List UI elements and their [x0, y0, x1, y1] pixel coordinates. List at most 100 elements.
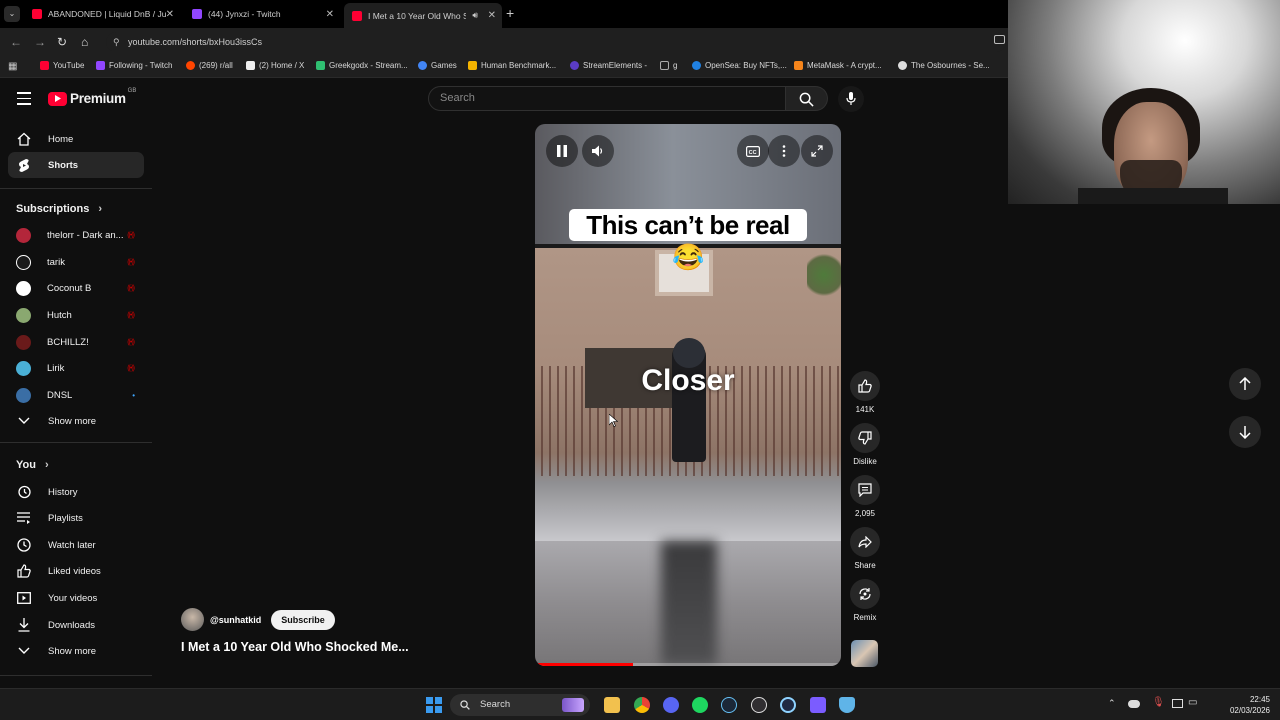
sidebar-item-subscription[interactable]: Lirik ((•))	[8, 355, 144, 381]
video-progress-bar[interactable]	[535, 663, 841, 666]
more-options-button[interactable]	[768, 135, 800, 167]
sidebar-item-watch-later[interactable]: Watch later	[8, 532, 144, 558]
onedrive-icon[interactable]	[1128, 700, 1140, 708]
captions-button[interactable]: CC	[737, 135, 769, 167]
microphone-tray-icon[interactable]: 🎙︎	[1152, 697, 1165, 708]
display-tray-icon[interactable]	[1172, 699, 1183, 708]
bookmark-twitch[interactable]: Following - Twitch	[96, 61, 172, 70]
dislike-action[interactable]: Dislike	[849, 423, 881, 466]
back-icon[interactable]: ←	[10, 35, 22, 49]
comments-button[interactable]	[850, 475, 880, 505]
share-button[interactable]	[850, 527, 880, 557]
discord-icon[interactable]	[663, 697, 679, 713]
you-heading[interactable]: You ›	[16, 459, 49, 471]
bookmark-streamelements[interactable]: StreamElements -	[570, 61, 647, 70]
bookmark-greekgodx[interactable]: Greekgodx - Stream...	[316, 61, 408, 70]
bookmark-youtube[interactable]: YouTube	[40, 61, 84, 70]
app-c-icon[interactable]	[780, 697, 796, 713]
next-short-button[interactable]	[1229, 416, 1261, 448]
bookmark-reddit[interactable]: (269) r/all	[186, 61, 233, 70]
like-action[interactable]: 141K	[849, 371, 881, 414]
windows-start-icon[interactable]	[426, 697, 442, 713]
tab-twitch[interactable]: (44) Jynxzi - Twitch ✕	[184, 4, 340, 24]
search-input[interactable]: Search	[428, 86, 786, 111]
show-hidden-icons-icon[interactable]: ⌃	[1108, 698, 1116, 709]
tab-abandoned[interactable]: ABANDONED | Liquid DnB / Ju ✕	[24, 4, 180, 24]
vpn-shield-icon[interactable]	[839, 697, 855, 713]
bookmark-opensea[interactable]: OpenSea: Buy NFTs,...	[692, 61, 787, 70]
show-more-subscriptions-button[interactable]: Show more	[8, 408, 144, 434]
bookmark-folder-g[interactable]: g	[660, 61, 677, 70]
video-overlay-text: Closer	[641, 364, 735, 397]
url-field[interactable]: ⚲ youtube.com/shorts/bxHou3issCs	[106, 32, 1006, 52]
system-clock[interactable]: 22:45 02/03/2026	[1230, 694, 1270, 716]
channel-handle[interactable]: @sunhatkid	[210, 615, 261, 625]
obs-icon[interactable]	[751, 697, 767, 713]
sidebar-item-subscription[interactable]: Coconut B ((•))	[8, 275, 144, 301]
sidebar-item-playlists[interactable]: Playlists	[8, 505, 144, 531]
forward-icon[interactable]: →	[34, 35, 46, 49]
live-icon: ((•))	[127, 311, 135, 319]
taskbar-search-input[interactable]: Search	[450, 694, 590, 716]
bookmark-x[interactable]: (2) Home / X	[246, 61, 304, 70]
audio-playing-icon[interactable]: 🔊︎	[472, 10, 478, 21]
remix-button[interactable]	[850, 579, 880, 609]
reload-icon[interactable]: ↻	[57, 35, 67, 49]
remix-action[interactable]: Remix	[849, 579, 881, 622]
sidebar-item-history[interactable]: History	[8, 479, 144, 505]
sidebar-item-home[interactable]: Home	[8, 126, 144, 152]
sidebar-item-shorts[interactable]: Shorts	[8, 152, 144, 178]
sidebar-item-label: DNSL	[47, 389, 73, 401]
sidebar-item-subscription[interactable]: DNSL •	[8, 382, 144, 408]
voice-search-button[interactable]	[838, 86, 864, 112]
sidebar-item-subscription[interactable]: Hutch ((•))	[8, 302, 144, 328]
site-info-icon[interactable]: ⚲	[113, 32, 120, 52]
short-title[interactable]: I Met a 10 Year Old Who Shocked Me...	[181, 640, 409, 654]
sidebar-item-your-videos[interactable]: Your videos	[8, 585, 144, 611]
cast-icon[interactable]	[994, 35, 1005, 44]
fullscreen-button[interactable]	[801, 135, 833, 167]
show-more-you-button[interactable]: Show more	[8, 638, 144, 664]
tab-current-short[interactable]: I Met a 10 Year Old Who Sh 🔊︎ ✕	[344, 3, 502, 28]
menu-icon[interactable]	[17, 92, 31, 105]
sidebar-item-subscription[interactable]: thelorr - Dark an... ((•))	[8, 222, 144, 248]
bookmark-osbournes[interactable]: The Osbournes - Se...	[898, 61, 990, 70]
sidebar-item-subscription[interactable]: tarik ((•))	[8, 249, 144, 275]
pause-button[interactable]	[546, 135, 578, 167]
comments-action[interactable]: 2,095	[849, 475, 881, 518]
previous-short-button[interactable]	[1229, 368, 1261, 400]
sidebar-item-downloads[interactable]: Downloads	[8, 612, 144, 638]
subscribe-button[interactable]: Subscribe	[271, 609, 335, 630]
close-tab-icon[interactable]: ✕	[326, 9, 334, 20]
sidebar-item-subscription[interactable]: BCHILLZ! ((•))	[8, 329, 144, 355]
like-button[interactable]	[850, 371, 880, 401]
new-tab-button[interactable]: +	[506, 5, 514, 21]
tab-list-button[interactable]: ⌄	[4, 6, 20, 22]
sidebar-item-liked-videos[interactable]: Liked videos	[8, 558, 144, 584]
sound-thumbnail[interactable]	[851, 640, 878, 667]
bookmark-human-benchmark[interactable]: Human Benchmark...	[468, 61, 556, 70]
home-icon[interactable]: ⌂	[81, 35, 88, 49]
sidebar-item-label: Liked videos	[48, 565, 101, 577]
dislike-button[interactable]	[850, 423, 880, 453]
network-icon[interactable]: ▭	[1188, 697, 1197, 708]
volume-button[interactable]	[582, 135, 614, 167]
search-button[interactable]	[786, 86, 828, 111]
app-grid-icon[interactable]	[810, 697, 826, 713]
apps-grid-icon[interactable]: ▦	[8, 61, 17, 72]
shorts-video-player[interactable]: This can’t be real 😂 Closer CC	[535, 124, 841, 666]
close-tab-icon[interactable]: ✕	[166, 9, 174, 20]
youtube-premium-logo[interactable]: Premium GB	[48, 88, 136, 106]
bookmark-games[interactable]: Games	[418, 61, 457, 70]
close-tab-icon[interactable]: ✕	[488, 10, 496, 21]
live-icon: ((•))	[127, 338, 135, 346]
channel-avatar[interactable]	[181, 608, 204, 631]
subscriptions-heading[interactable]: Subscriptions ›	[16, 203, 102, 215]
bookmark-metamask[interactable]: MetaMask - A crypt...	[794, 61, 882, 70]
spotify-icon[interactable]	[692, 697, 708, 713]
tab-title: I Met a 10 Year Old Who Sh	[368, 10, 466, 21]
file-explorer-icon[interactable]	[604, 697, 620, 713]
steam-icon[interactable]	[721, 697, 737, 713]
share-action[interactable]: Share	[849, 527, 881, 570]
chrome-icon[interactable]	[634, 697, 650, 713]
